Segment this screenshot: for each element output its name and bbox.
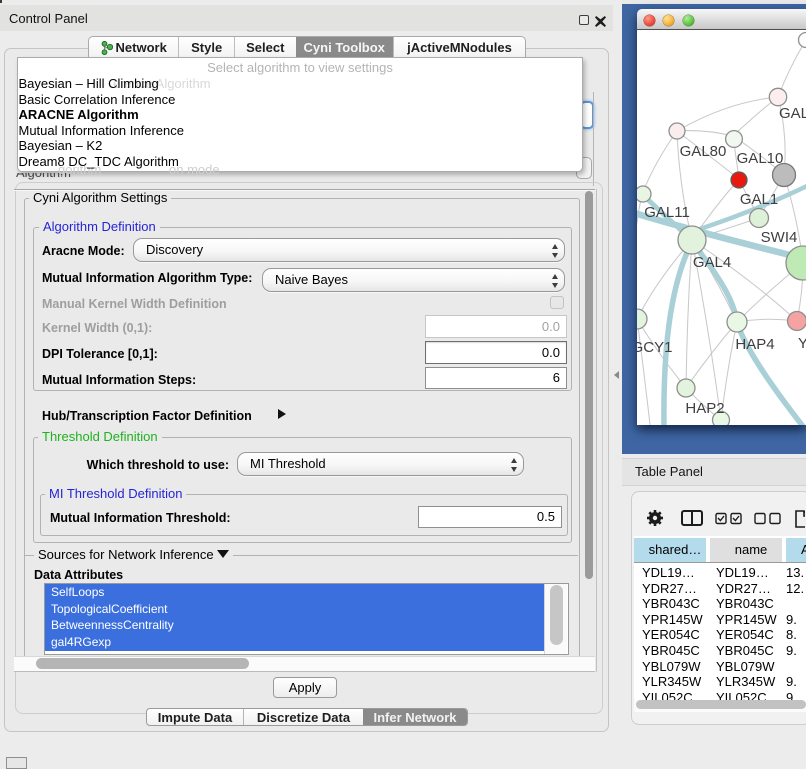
svg-text:SWI4: SWI4: [761, 229, 798, 246]
svg-text:YMR0: YMR0: [798, 335, 806, 352]
svg-text:GAL11: GAL11: [644, 204, 690, 221]
svg-text:GCY1: GCY1: [637, 339, 672, 356]
svg-text:GAL1: GAL1: [740, 191, 778, 208]
svg-text:GAL10: GAL10: [737, 150, 784, 167]
svg-text:GAL80: GAL80: [680, 143, 727, 160]
svg-text:GAL7: GAL7: [779, 105, 806, 122]
svg-text:HAP2: HAP2: [685, 400, 724, 417]
svg-text:GAL4: GAL4: [693, 254, 731, 271]
svg-text:HAP4: HAP4: [735, 336, 774, 353]
